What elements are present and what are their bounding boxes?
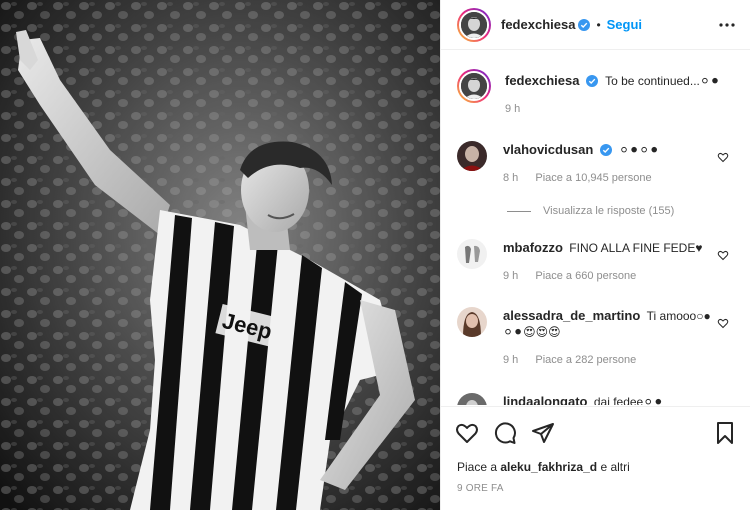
comment-icon[interactable] [493,421,517,445]
liked-by-prefix: Piace a [457,460,498,474]
verified-badge-icon [585,75,598,87]
avatar-image [457,307,487,337]
caption-author[interactable]: fedexchiesa [505,73,579,88]
view-replies-button[interactable]: Visualizza le risposte (155) [507,205,674,217]
avatar-image [457,393,487,405]
post-actions-section: Piace a aleku_fakhriza_d e altri 9 ORE F… [441,406,750,510]
verified-badge-icon [578,18,591,31]
liked-by-line: Piace a aleku_fakhriza_d e altri [457,460,630,474]
author-avatar[interactable] [457,7,491,42]
verified-badge-icon [599,144,612,156]
comment-item: alessadra_de_martino Ti amooo○● ⚪⚫😍😍😍 9 … [457,307,741,366]
comment-emoji: ○● [696,309,711,323]
comment-like-heart-icon[interactable] [717,151,729,163]
bookmark-icon[interactable] [713,421,737,445]
follow-separator: • [596,17,601,32]
comment-author[interactable]: alessadra_de_martino [503,308,640,323]
comment-text: FINO ALLA FINE FEDE [569,241,696,255]
post-side-panel: fedexchiesa • Segui fedexchiesa To be co… [440,0,750,510]
commenter-avatar[interactable] [457,307,487,337]
caption-text: To be continued... [605,74,700,88]
liked-by-suffix[interactable]: e altri [600,460,629,474]
post-header: fedexchiesa • Segui [441,0,750,50]
comment-time[interactable]: 9 h [503,354,518,366]
comment-author[interactable]: mbafozzo [503,240,563,255]
comment-text: dai fedee [593,395,644,405]
follow-button[interactable]: Segui [607,17,642,32]
comments-list[interactable]: fedexchiesa To be continued...⚪⚫ 9 h vla… [441,51,750,405]
post-timestamp[interactable]: 9 ORE FA [457,483,504,494]
instagram-post-view: Jeep fedexchiesa • Segui fedexchiesa To … [0,0,750,510]
player-photo-illustration: Jeep [0,0,440,510]
caption-time[interactable]: 9 h [505,103,520,115]
comment-text: ⚪⚫⚪⚫ [619,143,660,157]
comment-item: lindaalongato dai fedee⚪⚫ [457,393,741,405]
comment-time[interactable]: 9 h [503,270,518,282]
send-icon[interactable] [531,421,555,445]
heart-icon[interactable] [455,421,479,445]
avatar-image [457,141,487,171]
comment-author[interactable]: lindaalongato [503,394,588,405]
post-photo[interactable]: Jeep [0,0,440,510]
comment-likes[interactable]: Piace a 10,945 persone [535,172,651,184]
comment-like-heart-icon[interactable] [717,249,729,261]
comment-item: vlahovicdusan ⚪⚫⚪⚫ 8 h Piace a 10,945 pe… [457,141,741,184]
avatar-image [461,11,487,38]
comment-emoji: ⚪⚫ [643,395,664,405]
comment-author[interactable]: vlahovicdusan [503,142,593,157]
comment-item: mbafozzo FINO ALLA FINE FEDE♥ 9 h Piace … [457,239,741,282]
comment-likes[interactable]: Piace a 660 persone [535,270,636,282]
avatar-image [461,73,487,99]
commenter-avatar[interactable] [457,239,487,269]
commenter-avatar[interactable] [457,141,487,171]
action-icons-bar [455,421,737,445]
view-replies-line [507,210,531,212]
more-options-icon[interactable] [717,15,737,35]
liked-by-user[interactable]: aleku_fakhriza_d [500,460,597,474]
comment-text: Ti amooo [646,309,697,323]
caption-emoji: ⚪⚫ [699,74,720,88]
caption-row: fedexchiesa To be continued...⚪⚫ 9 h [457,69,741,115]
comment-time[interactable]: 8 h [503,172,518,184]
comment-like-heart-icon[interactable] [717,317,729,329]
comment-emoji-line: ⚪⚫😍😍😍 [503,325,561,339]
author-username[interactable]: fedexchiesa [501,17,575,32]
avatar-image [457,239,487,269]
comment-likes[interactable]: Piace a 282 persone [535,354,636,366]
view-replies-label: Visualizza le risposte (155) [543,205,675,217]
caption-avatar[interactable] [457,69,491,103]
comment-emoji: ♥ [695,241,703,255]
commenter-avatar[interactable] [457,393,487,405]
